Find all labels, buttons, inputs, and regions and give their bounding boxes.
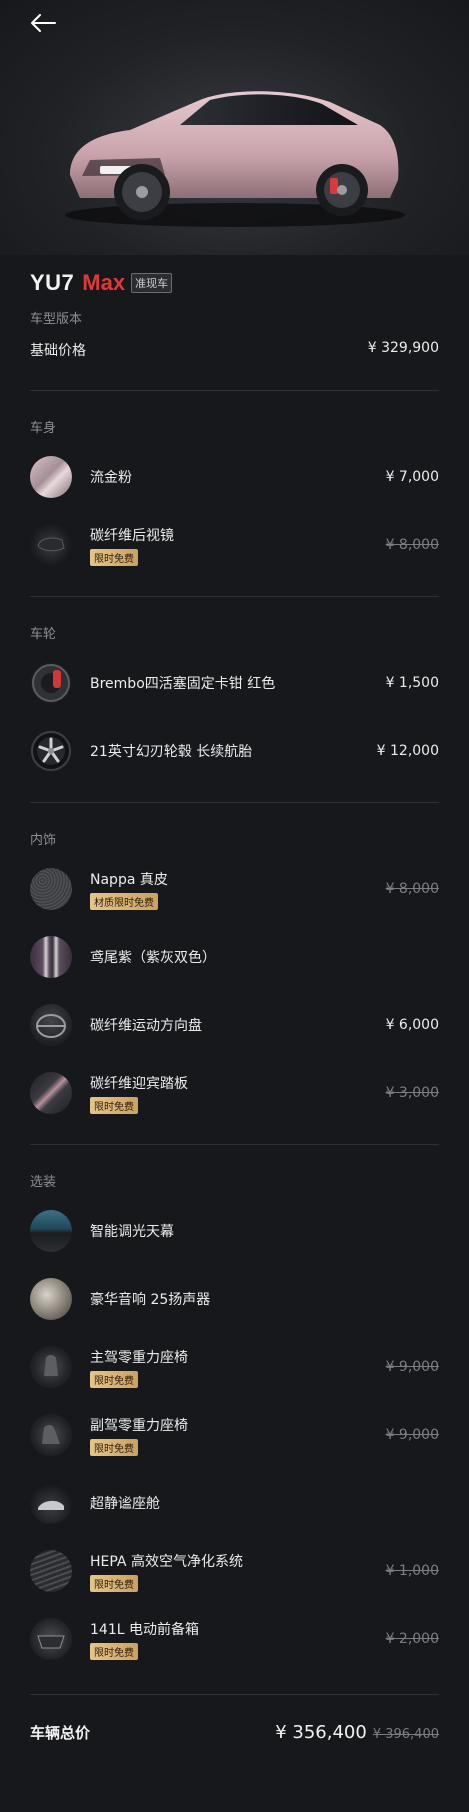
driver-seat-icon: [30, 1346, 72, 1388]
item-name: 副驾零重力座椅: [90, 1417, 188, 1434]
paint-swatch-icon: [30, 456, 72, 498]
item-name: 主驾零重力座椅: [90, 1349, 188, 1366]
item-price: ¥ 6,000: [385, 1017, 439, 1033]
wheel-icon: [30, 730, 72, 772]
list-item[interactable]: 主驾零重力座椅 限时免费 ¥ 9,000: [30, 1345, 439, 1389]
list-item[interactable]: 鸢尾紫（紫灰双色）: [30, 935, 439, 979]
passenger-seat-icon: [30, 1414, 72, 1456]
total-original-price: ¥ 396,400: [372, 1727, 439, 1742]
promo-badge: 限时免费: [90, 1096, 138, 1114]
item-price: ¥ 8,000: [385, 881, 439, 897]
item-price: ¥ 8,000: [385, 537, 439, 553]
list-item[interactable]: 碳纤维运动方向盘 ¥ 6,000: [30, 1003, 439, 1047]
list-item[interactable]: 智能调光天幕: [30, 1209, 439, 1253]
base-price-row: 基础价格 ¥ 329,900: [30, 340, 439, 360]
item-price: ¥ 7,000: [385, 469, 439, 485]
hero-image: [0, 0, 469, 255]
item-name: 碳纤维运动方向盘: [90, 1018, 202, 1034]
list-item[interactable]: 碳纤维后视镜 限时免费 ¥ 8,000: [30, 523, 439, 567]
promo-badge: 限时免费: [90, 1642, 138, 1660]
stock-tag: 准现车: [131, 273, 173, 293]
vehicle-title: YU7 Max 准现车: [30, 270, 173, 296]
divider: [30, 390, 439, 391]
item-name: 141L 电动前备箱: [90, 1621, 199, 1638]
item-name: 碳纤维后视镜: [90, 527, 174, 544]
list-item[interactable]: 21英寸幻刃轮毂 长续航胎 ¥ 12,000: [30, 729, 439, 773]
item-name: 碳纤维迎宾踏板: [90, 1075, 188, 1092]
mirror-icon: [30, 524, 72, 566]
total-price-group: ¥ 356,400 ¥ 396,400: [275, 1722, 439, 1743]
item-price: ¥ 9,000: [385, 1427, 439, 1443]
divider: [30, 802, 439, 803]
item-name: Brembo四活塞固定卡钳 红色: [90, 676, 276, 692]
list-item[interactable]: 副驾零重力座椅 限时免费 ¥ 9,000: [30, 1413, 439, 1457]
item-name: HEPA 高效空气净化系统: [90, 1553, 243, 1570]
version-label: 车型版本: [30, 312, 83, 327]
total-label: 车辆总价: [30, 1724, 91, 1742]
list-item[interactable]: 141L 电动前备箱 限时免费 ¥ 2,000: [30, 1617, 439, 1661]
promo-badge: 材质限时免费: [90, 892, 158, 910]
promo-badge: 限时免费: [90, 1438, 138, 1456]
list-item[interactable]: 碳纤维迎宾踏板 限时免费 ¥ 3,000: [30, 1071, 439, 1115]
item-name: Nappa 真皮: [90, 871, 168, 888]
promo-badge: 限时免费: [90, 1370, 138, 1388]
item-price: ¥ 3,000: [385, 1085, 439, 1101]
arrow-left-icon: [31, 14, 56, 32]
item-name: 鸢尾紫（紫灰双色）: [90, 950, 216, 966]
promo-badge: 限时免费: [90, 1574, 138, 1592]
model-name: YU7: [30, 270, 75, 295]
divider: [30, 596, 439, 597]
item-price: ¥ 1,000: [385, 1563, 439, 1579]
divider: [30, 1144, 439, 1145]
sill-plate-icon: [30, 1072, 72, 1114]
item-price: ¥ 1,500: [385, 675, 439, 691]
list-item[interactable]: Nappa 真皮 材质限时免费 ¥ 8,000: [30, 867, 439, 911]
list-item[interactable]: Brembo四活塞固定卡钳 红色 ¥ 1,500: [30, 661, 439, 705]
back-button[interactable]: [28, 8, 58, 38]
item-name: 21英寸幻刃轮毂 长续航胎: [90, 744, 253, 760]
base-price-value: ¥ 329,900: [367, 340, 439, 356]
section-title-interior: 内饰: [30, 833, 57, 848]
item-price: ¥ 2,000: [385, 1631, 439, 1647]
promo-badge: 限时免费: [90, 548, 138, 566]
steering-wheel-icon: [30, 1004, 72, 1046]
item-price: ¥ 9,000: [385, 1359, 439, 1375]
item-name: 超静谧座舱: [90, 1496, 160, 1512]
air-filter-icon: [30, 1550, 72, 1592]
frunk-icon: [30, 1618, 72, 1660]
seat-color-icon: [30, 936, 72, 978]
divider: [30, 1694, 439, 1695]
section-title-options: 选装: [30, 1175, 57, 1190]
item-name: 流金粉: [90, 470, 132, 486]
variant-name: Max: [82, 270, 126, 295]
list-item[interactable]: 超静谧座舱: [30, 1481, 439, 1525]
item-name: 智能调光天幕: [90, 1224, 174, 1240]
speaker-icon: [30, 1278, 72, 1320]
car-image: [65, 91, 405, 227]
leather-icon: [30, 868, 72, 910]
list-item[interactable]: HEPA 高效空气净化系统 限时免费 ¥ 1,000: [30, 1549, 439, 1593]
quiet-cabin-icon: [30, 1482, 72, 1524]
total-price: ¥ 356,400: [275, 1722, 367, 1743]
total-row: 车辆总价 ¥ 356,400 ¥ 396,400: [30, 1722, 439, 1743]
brake-caliper-icon: [30, 662, 72, 704]
section-title-wheels: 车轮: [30, 627, 57, 642]
base-price-label: 基础价格: [30, 343, 86, 359]
list-item[interactable]: 豪华音响 25扬声器: [30, 1277, 439, 1321]
section-title-body: 车身: [30, 421, 57, 436]
list-item[interactable]: 流金粉 ¥ 7,000: [30, 455, 439, 499]
sunroof-icon: [30, 1210, 72, 1252]
item-price: ¥ 12,000: [376, 743, 439, 759]
item-name: 豪华音响 25扬声器: [90, 1292, 211, 1308]
